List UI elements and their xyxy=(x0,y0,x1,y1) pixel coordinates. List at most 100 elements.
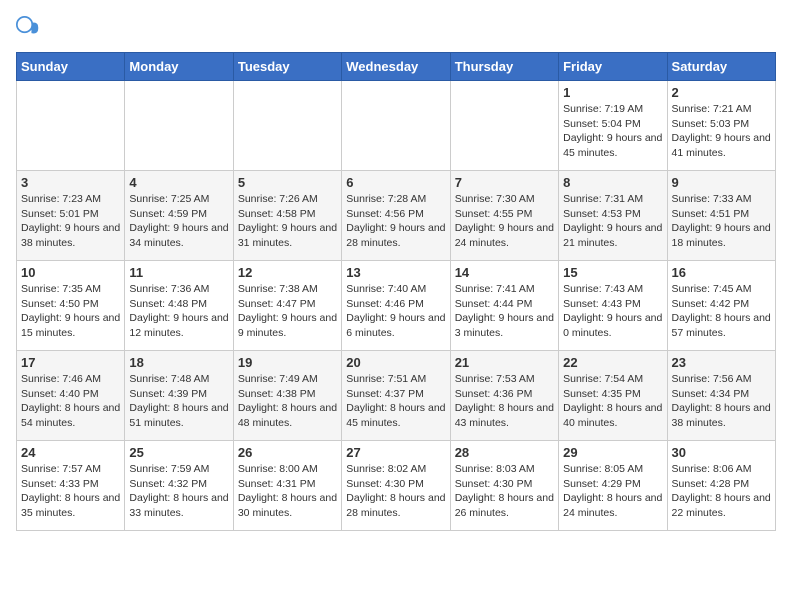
calendar-cell xyxy=(342,81,450,171)
calendar-cell: 12 Sunrise: 7:38 AM Sunset: 4:47 PM Dayli… xyxy=(233,261,341,351)
calendar-cell xyxy=(17,81,125,171)
calendar-cell: 13 Sunrise: 7:40 AM Sunset: 4:46 PM Dayli… xyxy=(342,261,450,351)
day-info: Sunrise: 8:02 AM Sunset: 4:30 PM Dayligh… xyxy=(346,462,445,521)
day-info: Sunrise: 7:36 AM Sunset: 4:48 PM Dayligh… xyxy=(129,282,228,341)
day-header-thursday: Thursday xyxy=(450,53,558,81)
day-number: 20 xyxy=(346,355,445,370)
day-number: 3 xyxy=(21,175,120,190)
day-info: Sunrise: 7:23 AM Sunset: 5:01 PM Dayligh… xyxy=(21,192,120,251)
day-header-sunday: Sunday xyxy=(17,53,125,81)
day-info: Sunrise: 7:56 AM Sunset: 4:34 PM Dayligh… xyxy=(672,372,771,431)
day-number: 30 xyxy=(672,445,771,460)
day-number: 6 xyxy=(346,175,445,190)
day-info: Sunrise: 7:45 AM Sunset: 4:42 PM Dayligh… xyxy=(672,282,771,341)
day-number: 15 xyxy=(563,265,662,280)
calendar-cell: 30 Sunrise: 8:06 AM Sunset: 4:28 PM Dayli… xyxy=(667,441,775,531)
day-info: Sunrise: 8:06 AM Sunset: 4:28 PM Dayligh… xyxy=(672,462,771,521)
calendar-cell: 8 Sunrise: 7:31 AM Sunset: 4:53 PM Daylig… xyxy=(559,171,667,261)
calendar-cell: 14Sunrise: 7:41 AM Sunset: 4:44 PM Dayli… xyxy=(450,261,558,351)
calendar-cell: 1Sunrise: 7:19 AM Sunset: 5:04 PM Daylig… xyxy=(559,81,667,171)
calendar-cell: 21 Sunrise: 7:53 AM Sunset: 4:36 PM Dayli… xyxy=(450,351,558,441)
calendar-cell: 28 Sunrise: 8:03 AM Sunset: 4:30 PM Dayli… xyxy=(450,441,558,531)
day-info: Sunrise: 7:21 AM Sunset: 5:03 PM Dayligh… xyxy=(672,102,771,161)
day-info: Sunrise: 7:25 AM Sunset: 4:59 PM Dayligh… xyxy=(129,192,228,251)
calendar-cell: 5Sunrise: 7:26 AM Sunset: 4:58 PM Daylig… xyxy=(233,171,341,261)
day-info: Sunrise: 8:03 AM Sunset: 4:30 PM Dayligh… xyxy=(455,462,554,521)
day-number: 24 xyxy=(21,445,120,460)
day-info: Sunrise: 7:43 AM Sunset: 4:43 PM Dayligh… xyxy=(563,282,662,341)
calendar-cell: 2 Sunrise: 7:21 AM Sunset: 5:03 PM Daylig… xyxy=(667,81,775,171)
day-info: Sunrise: 7:51 AM Sunset: 4:37 PM Dayligh… xyxy=(346,372,445,431)
day-number: 27 xyxy=(346,445,445,460)
calendar-table: SundayMondayTuesdayWednesdayThursdayFrid… xyxy=(16,52,776,531)
day-info: Sunrise: 7:53 AM Sunset: 4:36 PM Dayligh… xyxy=(455,372,554,431)
day-header-wednesday: Wednesday xyxy=(342,53,450,81)
calendar-cell: 27 Sunrise: 8:02 AM Sunset: 4:30 PM Dayli… xyxy=(342,441,450,531)
day-number: 4 xyxy=(129,175,228,190)
day-number: 12 xyxy=(238,265,337,280)
day-number: 8 xyxy=(563,175,662,190)
day-number: 9 xyxy=(672,175,771,190)
calendar-header-row: SundayMondayTuesdayWednesdayThursdayFrid… xyxy=(17,53,776,81)
day-number: 25 xyxy=(129,445,228,460)
day-header-tuesday: Tuesday xyxy=(233,53,341,81)
day-number: 14 xyxy=(455,265,554,280)
day-number: 28 xyxy=(455,445,554,460)
day-number: 5 xyxy=(238,175,337,190)
calendar-cell xyxy=(233,81,341,171)
day-header-monday: Monday xyxy=(125,53,233,81)
day-number: 7 xyxy=(455,175,554,190)
calendar-cell: 7 Sunrise: 7:30 AM Sunset: 4:55 PM Daylig… xyxy=(450,171,558,261)
day-info: Sunrise: 7:54 AM Sunset: 4:35 PM Dayligh… xyxy=(563,372,662,431)
day-number: 23 xyxy=(672,355,771,370)
page-header xyxy=(16,16,776,40)
calendar-cell: 29 Sunrise: 8:05 AM Sunset: 4:29 PM Dayli… xyxy=(559,441,667,531)
calendar-cell: 11 Sunrise: 7:36 AM Sunset: 4:48 PM Dayli… xyxy=(125,261,233,351)
day-info: Sunrise: 7:33 AM Sunset: 4:51 PM Dayligh… xyxy=(672,192,771,251)
calendar-cell: 10 Sunrise: 7:35 AM Sunset: 4:50 PM Dayli… xyxy=(17,261,125,351)
day-number: 10 xyxy=(21,265,120,280)
day-number: 22 xyxy=(563,355,662,370)
calendar-cell: 4 Sunrise: 7:25 AM Sunset: 4:59 PM Daylig… xyxy=(125,171,233,261)
calendar-cell xyxy=(450,81,558,171)
calendar-cell: 17 Sunrise: 7:46 AM Sunset: 4:40 PM Dayli… xyxy=(17,351,125,441)
day-info: Sunrise: 7:59 AM Sunset: 4:32 PM Dayligh… xyxy=(129,462,228,521)
day-number: 26 xyxy=(238,445,337,460)
logo-icon xyxy=(16,16,40,40)
calendar-cell: 3 Sunrise: 7:23 AM Sunset: 5:01 PM Daylig… xyxy=(17,171,125,261)
calendar-cell: 18Sunrise: 7:48 AM Sunset: 4:39 PM Dayli… xyxy=(125,351,233,441)
calendar-week-row: 17 Sunrise: 7:46 AM Sunset: 4:40 PM Dayli… xyxy=(17,351,776,441)
day-number: 18 xyxy=(129,355,228,370)
day-header-friday: Friday xyxy=(559,53,667,81)
logo xyxy=(16,16,44,40)
day-number: 21 xyxy=(455,355,554,370)
day-info: Sunrise: 7:49 AM Sunset: 4:38 PM Dayligh… xyxy=(238,372,337,431)
day-info: Sunrise: 7:30 AM Sunset: 4:55 PM Dayligh… xyxy=(455,192,554,251)
calendar-cell: 25 Sunrise: 7:59 AM Sunset: 4:32 PM Dayli… xyxy=(125,441,233,531)
day-info: Sunrise: 8:00 AM Sunset: 4:31 PM Dayligh… xyxy=(238,462,337,521)
calendar-cell: 22 Sunrise: 7:54 AM Sunset: 4:35 PM Dayli… xyxy=(559,351,667,441)
calendar-cell: 26 Sunrise: 8:00 AM Sunset: 4:31 PM Dayli… xyxy=(233,441,341,531)
day-info: Sunrise: 7:28 AM Sunset: 4:56 PM Dayligh… xyxy=(346,192,445,251)
day-header-saturday: Saturday xyxy=(667,53,775,81)
day-info: Sunrise: 7:35 AM Sunset: 4:50 PM Dayligh… xyxy=(21,282,120,341)
calendar-cell: 23 Sunrise: 7:56 AM Sunset: 4:34 PM Dayli… xyxy=(667,351,775,441)
day-number: 17 xyxy=(21,355,120,370)
calendar-week-row: 3 Sunrise: 7:23 AM Sunset: 5:01 PM Daylig… xyxy=(17,171,776,261)
day-info: Sunrise: 7:31 AM Sunset: 4:53 PM Dayligh… xyxy=(563,192,662,251)
day-number: 16 xyxy=(672,265,771,280)
day-number: 29 xyxy=(563,445,662,460)
day-number: 11 xyxy=(129,265,228,280)
day-number: 1 xyxy=(563,85,662,100)
calendar-cell: 6 Sunrise: 7:28 AM Sunset: 4:56 PM Daylig… xyxy=(342,171,450,261)
calendar-cell: 24Sunrise: 7:57 AM Sunset: 4:33 PM Dayli… xyxy=(17,441,125,531)
day-info: Sunrise: 7:40 AM Sunset: 4:46 PM Dayligh… xyxy=(346,282,445,341)
calendar-cell: 9 Sunrise: 7:33 AM Sunset: 4:51 PM Daylig… xyxy=(667,171,775,261)
day-info: Sunrise: 7:46 AM Sunset: 4:40 PM Dayligh… xyxy=(21,372,120,431)
calendar-cell: 15 Sunrise: 7:43 AM Sunset: 4:43 PM Dayli… xyxy=(559,261,667,351)
day-number: 13 xyxy=(346,265,445,280)
day-info: Sunrise: 7:38 AM Sunset: 4:47 PM Dayligh… xyxy=(238,282,337,341)
day-info: Sunrise: 8:05 AM Sunset: 4:29 PM Dayligh… xyxy=(563,462,662,521)
calendar-week-row: 1Sunrise: 7:19 AM Sunset: 5:04 PM Daylig… xyxy=(17,81,776,171)
day-number: 2 xyxy=(672,85,771,100)
